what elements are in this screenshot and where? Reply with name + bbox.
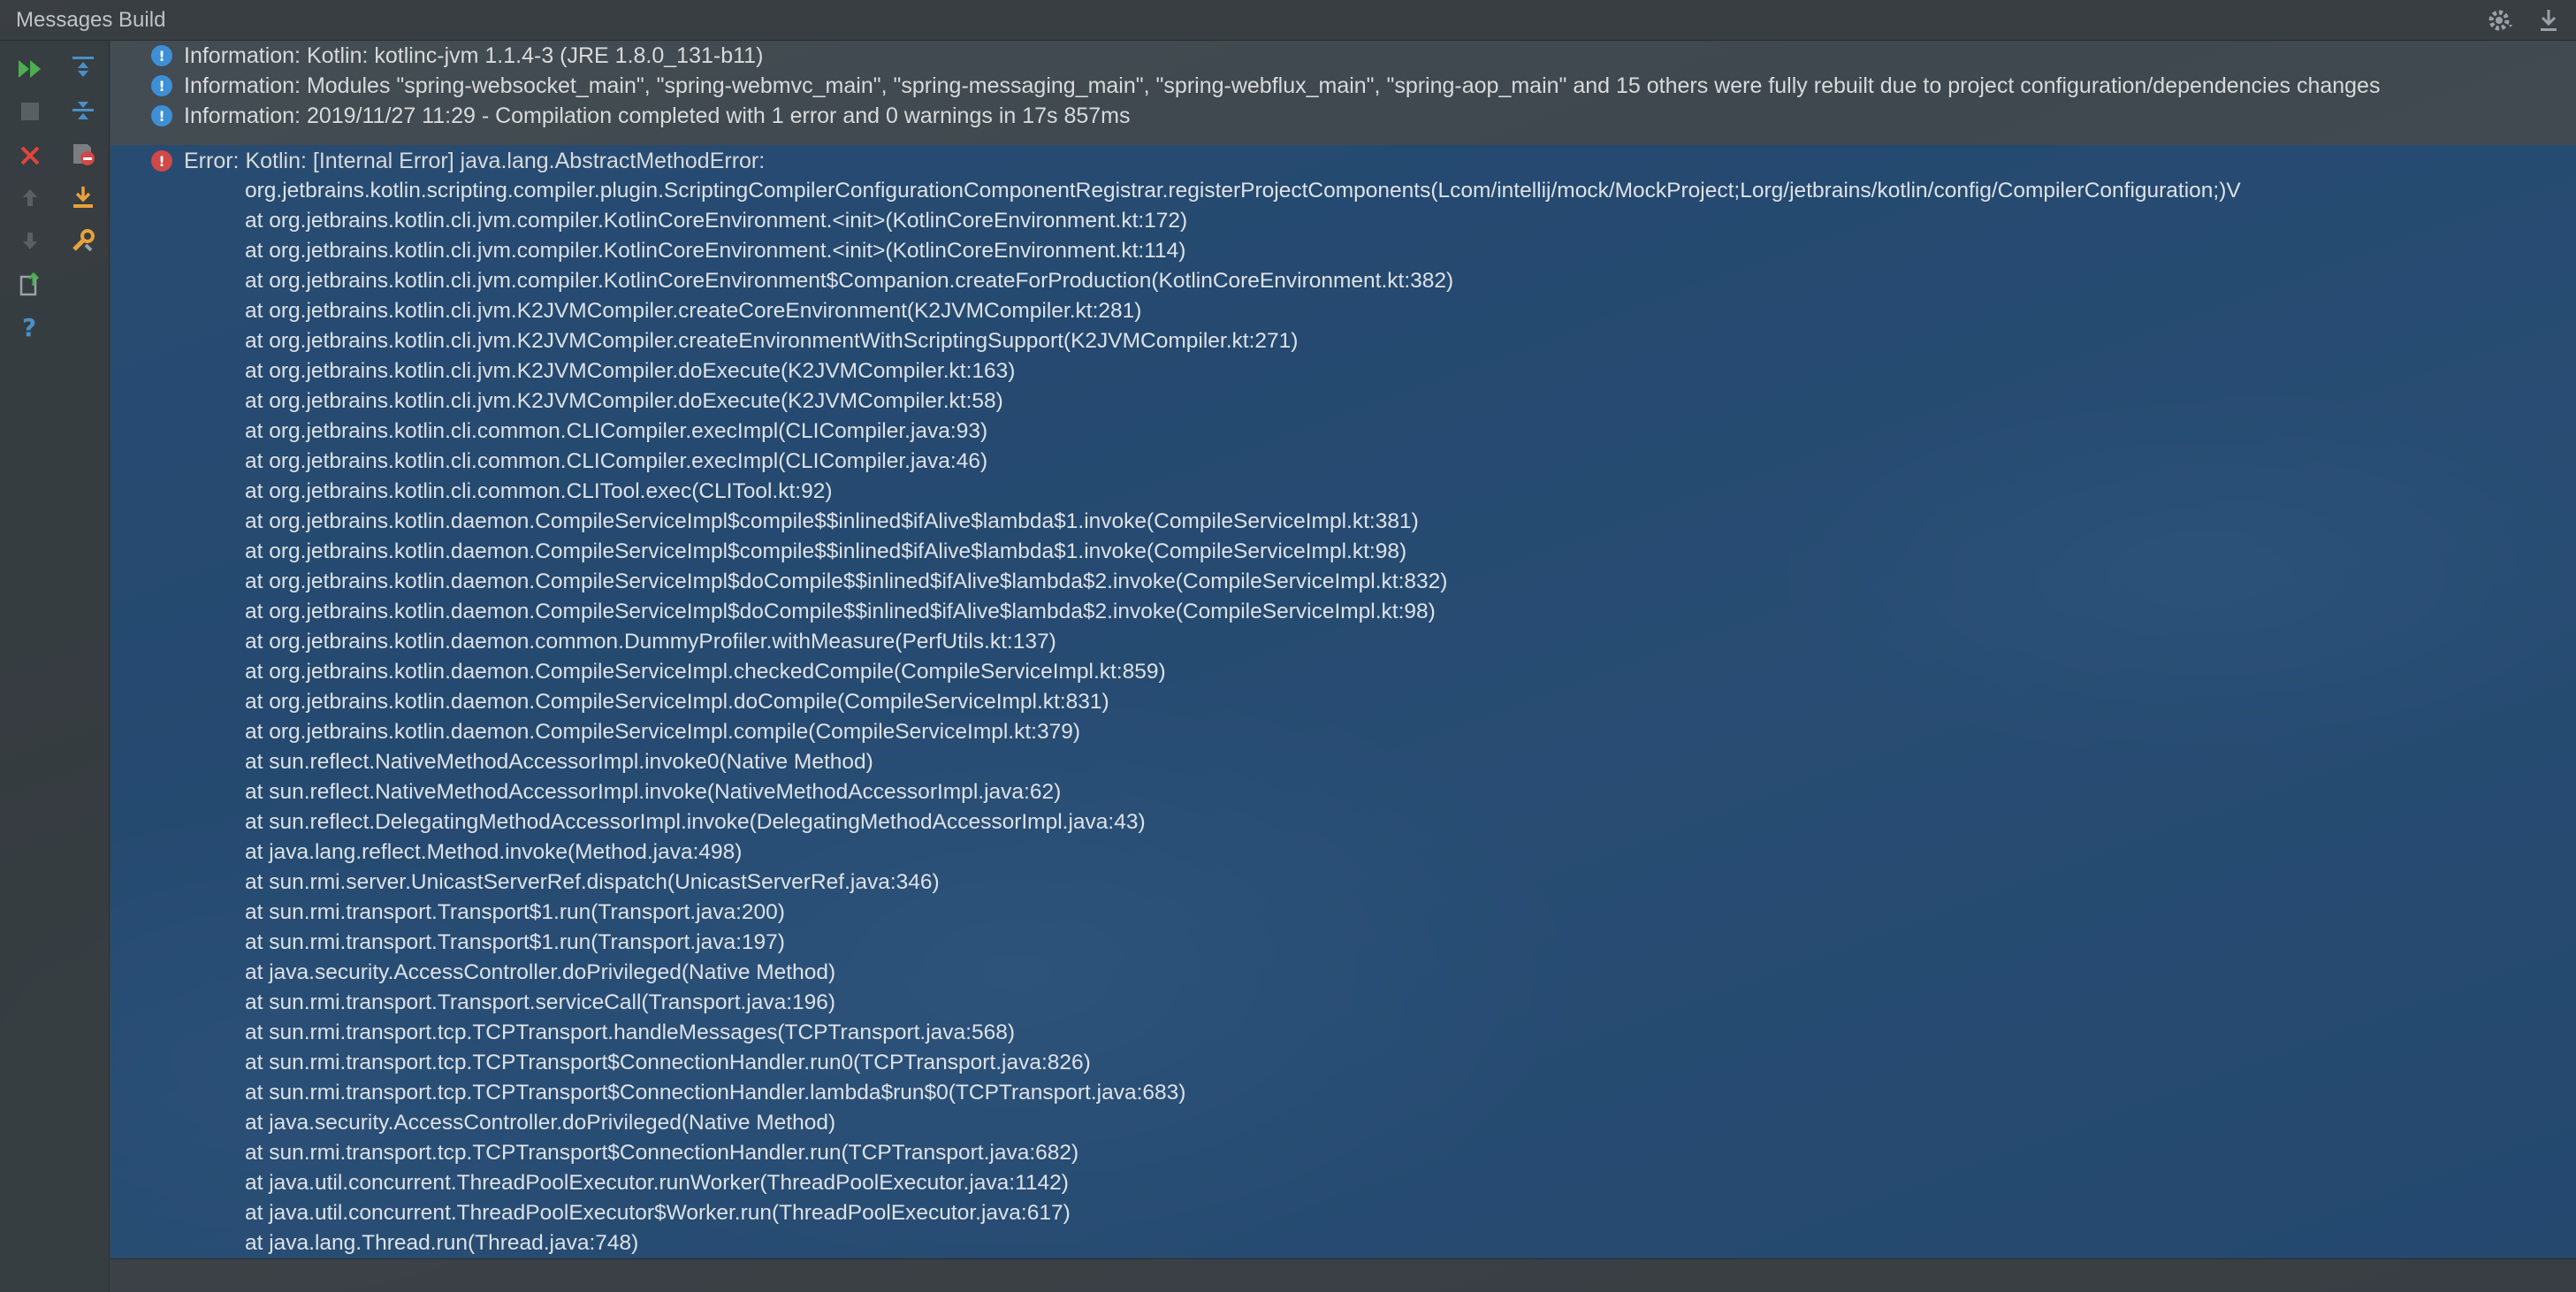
- stack-trace-line: at sun.rmi.transport.tcp.TCPTransport$Co…: [245, 1051, 1091, 1074]
- expand-all-icon[interactable]: [65, 50, 101, 85]
- message-text: Information: 2019/11/27 11:29 - Compilat…: [184, 103, 1131, 128]
- stack-trace-line: at org.jetbrains.kotlin.cli.jvm.K2JVMCom…: [245, 299, 1142, 323]
- message-row-error-selected[interactable]: ! Error: Kotlin: [Internal Error] java.l…: [111, 145, 2576, 1258]
- export-to-file-icon[interactable]: [12, 267, 48, 302]
- stack-trace-line: at org.jetbrains.kotlin.daemon.CompileSe…: [245, 570, 1448, 593]
- stack-trace-line: at java.lang.Thread.run(Thread.java:748): [245, 1231, 639, 1255]
- download-icon[interactable]: [2534, 6, 2564, 34]
- stack-trace-line: at sun.rmi.transport.Transport.serviceCa…: [245, 990, 836, 1014]
- info-icon: !: [151, 105, 172, 126]
- rerun-icon[interactable]: [12, 51, 48, 87]
- info-icon: !: [151, 75, 172, 96]
- svg-text:?: ?: [22, 314, 36, 340]
- stack-trace-line: at sun.reflect.NativeMethodAccessorImpl.…: [245, 750, 873, 774]
- stack-trace-line: at java.util.concurrent.ThreadPoolExecut…: [245, 1201, 1071, 1225]
- horizontal-scrollbar-area[interactable]: [111, 1258, 2576, 1292]
- stack-trace-line: at org.jetbrains.kotlin.daemon.CompileSe…: [245, 690, 1109, 714]
- stack-trace-line: at sun.rmi.transport.Transport$1.run(Tra…: [245, 900, 785, 924]
- message-text: Information: Modules "spring-websocket_m…: [184, 73, 2381, 98]
- messages-tree: ! Information: Kotlin: kotlinc-jvm 1.1.4…: [111, 41, 2576, 1258]
- stack-trace-line: at java.security.AccessController.doPriv…: [245, 960, 836, 984]
- stack-trace-line: at sun.rmi.transport.tcp.TCPTransport.ha…: [245, 1021, 1016, 1044]
- message-row-info[interactable]: ! Information: 2019/11/27 11:29 - Compil…: [111, 101, 2576, 145]
- stack-trace-line: at org.jetbrains.kotlin.cli.jvm.compiler…: [245, 269, 1454, 293]
- stack-trace-line: at org.jetbrains.kotlin.cli.jvm.compiler…: [245, 209, 1188, 233]
- messages-toolbar: ?: [0, 41, 110, 1292]
- help-icon[interactable]: ?: [12, 310, 48, 345]
- close-icon[interactable]: [12, 138, 48, 173]
- tool-window-header: Messages Build: [0, 0, 2576, 41]
- error-header: Error: Kotlin: [Internal Error] java.lan…: [184, 149, 766, 173]
- stack-trace-line: at java.security.AccessController.doPriv…: [245, 1111, 836, 1135]
- stack-trace-line: org.jetbrains.kotlin.scripting.compiler.…: [245, 179, 2241, 203]
- stack-trace-line: at org.jetbrains.kotlin.daemon.CompileSe…: [245, 509, 1419, 533]
- previous-occurrence-icon[interactable]: [12, 180, 48, 216]
- stack-trace-line: at org.jetbrains.kotlin.cli.common.CLICo…: [245, 449, 988, 473]
- message-row-info[interactable]: ! Information: Modules "spring-websocket…: [111, 71, 2576, 101]
- stack-trace-line: at org.jetbrains.kotlin.daemon.CompileSe…: [245, 660, 1166, 684]
- stack-trace-line: at org.jetbrains.kotlin.daemon.CompileSe…: [245, 539, 1407, 563]
- stack-trace-line: at org.jetbrains.kotlin.daemon.CompileSe…: [245, 720, 1080, 744]
- stack-trace-line: at org.jetbrains.kotlin.cli.common.CLICo…: [245, 419, 988, 443]
- stack-trace-line: at sun.rmi.server.UnicastServerRef.dispa…: [245, 870, 940, 894]
- stop-icon[interactable]: [12, 94, 48, 129]
- info-icon: !: [151, 45, 172, 66]
- collapse-all-icon[interactable]: [65, 92, 101, 127]
- stack-trace-line: at sun.reflect.NativeMethodAccessorImpl.…: [245, 780, 1062, 804]
- show-errors-icon[interactable]: [65, 136, 101, 172]
- gear-icon[interactable]: [2484, 6, 2514, 34]
- stack-trace-line: at org.jetbrains.kotlin.cli.jvm.K2JVMCom…: [245, 329, 1299, 353]
- settings-wrench-icon[interactable]: [65, 223, 101, 258]
- stack-trace-line: at org.jetbrains.kotlin.cli.jvm.K2JVMCom…: [245, 389, 1003, 413]
- message-text: Information: Kotlin: kotlinc-jvm 1.1.4-3…: [184, 43, 764, 68]
- stack-trace-line: at java.util.concurrent.ThreadPoolExecut…: [245, 1171, 1069, 1195]
- next-occurrence-icon[interactable]: [12, 223, 48, 258]
- stack-trace-line: at org.jetbrains.kotlin.daemon.CompileSe…: [245, 600, 1436, 623]
- stack-trace-line: at sun.reflect.DelegatingMethodAccessorI…: [245, 810, 1146, 834]
- stack-trace-line: at org.jetbrains.kotlin.daemon.common.Du…: [245, 630, 1056, 654]
- stack-trace-line: at sun.rmi.transport.tcp.TCPTransport$Co…: [245, 1081, 1186, 1105]
- stack-trace-line: at sun.rmi.transport.tcp.TCPTransport$Co…: [245, 1141, 1079, 1165]
- tool-window-title: Messages Build: [16, 8, 166, 32]
- stack-trace-line: at org.jetbrains.kotlin.cli.common.CLITo…: [245, 479, 833, 503]
- stack-trace-line: at org.jetbrains.kotlin.cli.jvm.K2JVMCom…: [245, 359, 1016, 383]
- error-icon: !: [151, 150, 172, 172]
- stack-trace-line: at sun.rmi.transport.Transport$1.run(Tra…: [245, 930, 785, 954]
- message-row-info[interactable]: ! Information: Kotlin: kotlinc-jvm 1.1.4…: [111, 41, 2576, 71]
- export-icon[interactable]: [65, 180, 101, 216]
- stack-trace-line: at java.lang.reflect.Method.invoke(Metho…: [245, 840, 743, 864]
- stack-trace-line: at org.jetbrains.kotlin.cli.jvm.compiler…: [245, 239, 1186, 263]
- header-actions: [2484, 6, 2564, 34]
